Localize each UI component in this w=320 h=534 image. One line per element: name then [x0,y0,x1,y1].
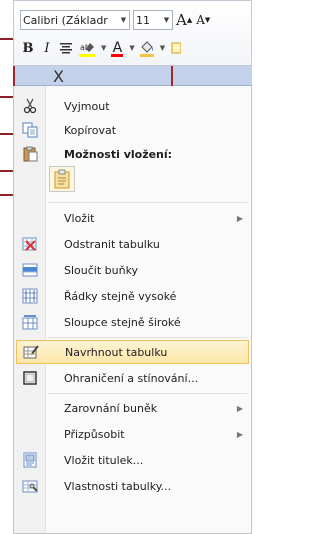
shading-button[interactable] [138,38,156,58]
menu-item-cut[interactable]: Vyjmout [16,94,249,118]
font-colour-bar [111,54,124,57]
shading-colour-bar [139,54,154,57]
menu-item-label: Sloučit buňky [64,263,139,277]
shrink-font-button[interactable]: A ▼ [195,10,211,30]
menu-item-label: Možnosti vložení: [64,147,173,161]
borders-icon [171,42,182,54]
table-border-mark [0,96,14,98]
highlighter-icon: ab [80,43,94,52]
shrink-font-icon: A [196,13,205,27]
menu-item-label: Vyjmout [64,99,110,113]
submenu-arrow-icon: ▶ [236,213,243,223]
paint-bucket-icon [141,41,153,53]
grow-font-icon: A [176,11,187,29]
paste-icon [16,142,44,166]
table-border-mark [0,38,14,40]
menu-item-table-properties[interactable]: Vlastnosti tabulky... [16,474,249,498]
font-size-value: 11 [136,13,150,27]
menu-item-label: Vlastnosti tabulky... [64,479,172,493]
menu-item-label: Navrhnout tabulku [65,345,168,359]
chevron-down-icon[interactable]: ▼ [129,44,134,52]
draw-table-icon [17,340,45,364]
menu-item-label: Vložit [64,211,95,225]
menu-item-label: Řádky stejně vysoké [64,289,177,303]
menu-separator [48,337,247,338]
menu-item-borders-shading[interactable]: Ohraničení a stínování... [16,366,249,390]
menu-item-label: Kopírovat [64,123,117,137]
menu-separator [48,202,247,203]
menu-item-autofit[interactable]: Přizpůsobit ▶ [16,422,249,446]
highlight-button[interactable]: ab [77,38,97,58]
insert-caption-icon [16,448,44,472]
menu-separator [48,393,247,394]
chevron-down-icon[interactable]: ▼ [118,16,129,24]
align-center-icon [60,43,72,54]
highlight-colour-bar [79,54,95,57]
menu-item-copy[interactable]: Kopírovat [16,118,249,142]
menu-item-label: Sloupce stejně široké [64,315,181,329]
italic-button[interactable]: I [39,38,55,58]
table-border-mark [0,194,14,196]
menu-item-paste-options: Možnosti vložení: [16,142,249,166]
menu-item-label: Vložit titulek... [64,453,144,467]
table-border-line [13,66,15,86]
menu-item-label: Odstranit tabulku [64,237,160,251]
delete-table-icon [16,232,44,256]
submenu-arrow-icon: ▶ [236,429,243,439]
font-size-combo[interactable]: 11 ▼ [133,10,173,30]
menu-item-distribute-columns[interactable]: Sloupce stejně široké [16,310,249,334]
column-marker: X [53,67,64,86]
menu-item-label: Zarovnání buněk [64,401,158,415]
menu-item-cell-alignment[interactable]: Zarovnání buněk ▶ [16,396,249,420]
distribute-columns-icon [16,310,44,334]
menu-item-merge-cells[interactable]: Sloučit buňky [16,258,249,282]
bold-button[interactable]: B [20,38,36,58]
align-center-button[interactable] [58,38,74,58]
context-menu: Vyjmout Kopírovat Možnosti vložení: Vlož… [13,86,252,534]
submenu-arrow-icon: ▶ [236,403,243,413]
merge-cells-icon [16,258,44,282]
table-properties-icon [16,474,44,498]
grow-font-button[interactable]: A ▲ [176,10,192,30]
font-name-combo[interactable]: Calibri (Základr ▼ [20,10,130,30]
scissors-icon [16,94,44,118]
menu-item-label: Přizpůsobit [64,427,125,441]
table-border-line [171,66,173,86]
menu-item-draw-table[interactable]: Navrhnout tabulku [16,340,249,364]
copy-icon [16,118,44,142]
borders-shading-icon [16,366,44,390]
mini-toolbar: Calibri (Základr ▼ 11 ▼ A ▲ A ▼ B I ab ▼… [13,0,252,66]
table-border-mark [0,133,14,135]
borders-button[interactable] [168,38,184,58]
menu-item-insert[interactable]: Vložit ▶ [16,206,249,230]
font-name-value: Calibri (Základr [23,13,108,27]
chevron-down-icon[interactable]: ▼ [161,16,172,24]
menu-item-distribute-rows[interactable]: Řádky stejně vysoké [16,284,249,308]
selected-column-strip: X [13,66,252,86]
distribute-rows-icon [16,284,44,308]
menu-item-delete-table[interactable]: Odstranit tabulku [16,232,249,256]
chevron-down-icon[interactable]: ▼ [160,44,165,52]
paste-keep-formatting-button[interactable] [49,166,75,192]
menu-item-insert-caption[interactable]: Vložit titulek... [16,448,249,472]
table-border-mark [0,170,14,172]
clipboard-icon [54,169,70,189]
chevron-down-icon[interactable]: ▼ [101,44,106,52]
font-colour-button[interactable]: A [109,38,125,58]
menu-item-label: Ohraničení a stínování... [64,371,199,385]
